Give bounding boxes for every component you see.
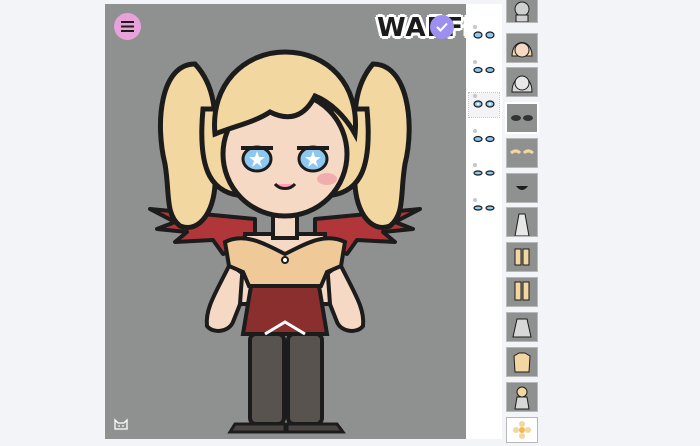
dress-icon (512, 318, 532, 338)
eyes-option-5[interactable] (469, 162, 499, 186)
hair-back-icon (511, 75, 533, 93)
variant-dot (473, 60, 477, 64)
eyes-preview-icon (473, 66, 495, 74)
eyes-option-4[interactable] (469, 128, 499, 152)
variant-dot (473, 198, 477, 202)
hair-front-icon (511, 42, 533, 58)
variant-dot (473, 94, 477, 98)
accessory-category[interactable] (506, 382, 538, 412)
flower-icon (513, 421, 531, 439)
top-category[interactable] (506, 347, 538, 377)
hair-category[interactable] (506, 33, 538, 63)
mouth-icon (516, 186, 528, 190)
eyes-category[interactable] (505, 102, 539, 134)
mouth-category[interactable] (506, 173, 538, 203)
top-icon (513, 352, 531, 373)
neck-icon (514, 213, 530, 236)
eyes-options-panel (466, 4, 502, 439)
eyes-option-6[interactable] (469, 197, 499, 221)
eyes-icon (511, 115, 533, 121)
eyes-preview-icon (473, 205, 495, 211)
socks-icon (514, 281, 530, 301)
body-category[interactable] (506, 0, 538, 23)
category-panel (504, 0, 540, 446)
neck-category[interactable] (506, 207, 538, 237)
variant-dot (473, 129, 477, 133)
variant-dot (473, 25, 477, 29)
checkmark-icon (436, 22, 448, 32)
socks-category[interactable] (506, 277, 538, 307)
extras-category[interactable] (506, 417, 538, 443)
body-icon (514, 1, 530, 22)
shoes-category[interactable] (506, 242, 538, 272)
character-stage (105, 4, 466, 439)
eyes-preview-icon (473, 100, 495, 108)
eyes-preview-icon (473, 170, 495, 176)
cat-icon[interactable] (114, 417, 128, 430)
character-preview (148, 49, 422, 434)
eyebrows-category[interactable] (506, 138, 538, 168)
eyes-option-2[interactable] (469, 59, 499, 83)
variant-dot (473, 163, 477, 167)
accessory-icon (514, 386, 530, 410)
confirm-button[interactable] (430, 15, 454, 39)
hair-back-category[interactable] (506, 67, 538, 97)
dress-category[interactable] (506, 312, 538, 342)
eyes-preview-icon (473, 135, 495, 143)
eyes-preview-icon (473, 31, 495, 39)
eyes-option-3[interactable] (468, 92, 500, 118)
menu-button[interactable] (114, 13, 141, 40)
eyes-option-1[interactable] (469, 24, 499, 48)
eyebrows-icon (510, 149, 534, 155)
hamburger-menu-icon (121, 21, 134, 32)
shoes-icon (514, 248, 530, 266)
